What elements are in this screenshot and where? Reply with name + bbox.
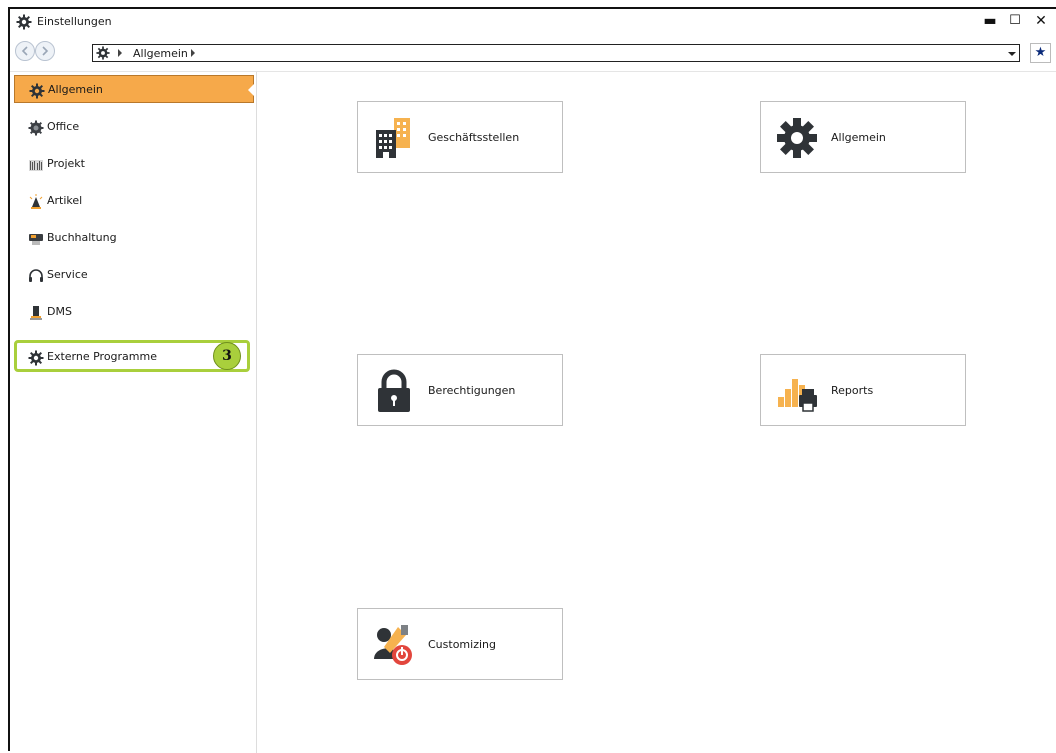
maximize-button[interactable]: ☐ (1003, 11, 1027, 31)
tile-label: Berechtigungen (428, 384, 516, 397)
sidebar-item-projekt[interactable]: Projekt (14, 150, 254, 178)
sidebar-item-label: Artikel (47, 194, 83, 207)
tile-label: Reports (831, 384, 874, 397)
breadcrumb-item-allgemein[interactable]: Allgemein (133, 47, 188, 60)
sidebar: Allgemein Office Projekt Artikel Buchhal… (10, 72, 257, 753)
sidebar-item-label: Allgemein (48, 83, 103, 96)
tile-customizing[interactable]: Customizing (357, 608, 563, 680)
active-notch (248, 84, 254, 96)
tile-berechtigungen[interactable]: Berechtigungen (357, 354, 563, 426)
back-arrow-icon (21, 46, 28, 56)
forward-button[interactable] (35, 41, 55, 61)
tile-allgemein[interactable]: Allgemein (760, 101, 966, 173)
sidebar-item-label: Projekt (47, 157, 85, 170)
favorite-star-button[interactable]: ★ (1030, 43, 1051, 63)
headset-icon (29, 269, 43, 282)
breadcrumb[interactable]: Allgemein (92, 44, 1020, 62)
sidebar-item-label: DMS (47, 305, 72, 318)
tile-label: Geschäftsstellen (428, 131, 520, 144)
tile-label: Allgemein (831, 131, 886, 144)
breadcrumb-gear-icon[interactable] (96, 46, 110, 60)
sidebar-item-service[interactable]: Service (14, 261, 254, 289)
window-title: Einstellungen (37, 15, 112, 28)
sidebar-item-dms[interactable]: DMS (14, 298, 254, 326)
settings-window: Einstellungen ▬ ☐ ✕ Allgemein ★ Allgemei… (8, 7, 1056, 753)
back-button[interactable] (15, 41, 35, 61)
gear-dark-icon (28, 120, 44, 136)
tile-geschaeftsstellen[interactable]: Geschäftsstellen (357, 101, 563, 173)
accounting-icon (29, 234, 43, 245)
navigation-toolbar: Allgemein ★ (10, 36, 1056, 72)
sidebar-item-label: Buchhaltung (47, 231, 117, 244)
gear-large-icon (777, 118, 817, 158)
breadcrumb-dropdown-icon[interactable] (1005, 48, 1017, 59)
gear-icon (29, 83, 45, 99)
article-icon (29, 194, 43, 209)
tile-reports[interactable]: Reports (760, 354, 966, 426)
title-bar: Einstellungen ▬ ☐ ✕ (10, 9, 1056, 35)
gear-icon (16, 14, 32, 30)
sidebar-item-label: Office (47, 120, 80, 133)
sidebar-item-office[interactable]: Office (14, 113, 254, 141)
sidebar-item-allgemein[interactable]: Allgemein (14, 75, 254, 103)
forward-arrow-icon (42, 46, 49, 56)
breadcrumb-separator-icon[interactable] (118, 49, 122, 57)
reports-printer-icon (778, 379, 817, 412)
close-button[interactable]: ✕ (1029, 11, 1053, 31)
customizing-icon (374, 625, 412, 665)
sidebar-item-label: Service (47, 268, 88, 281)
sidebar-item-artikel[interactable]: Artikel (14, 187, 254, 215)
lock-icon (378, 369, 410, 412)
tile-label: Customizing (428, 638, 496, 651)
breadcrumb-separator-icon[interactable] (191, 49, 195, 57)
buildings-icon (376, 118, 410, 158)
minimize-button[interactable]: ▬ (978, 11, 1002, 31)
project-icon (29, 160, 43, 171)
top-strip (0, 0, 1056, 6)
step-badge: 3 (213, 342, 241, 370)
sidebar-item-buchhaltung[interactable]: Buchhaltung (14, 224, 254, 252)
dms-icon (30, 306, 42, 320)
